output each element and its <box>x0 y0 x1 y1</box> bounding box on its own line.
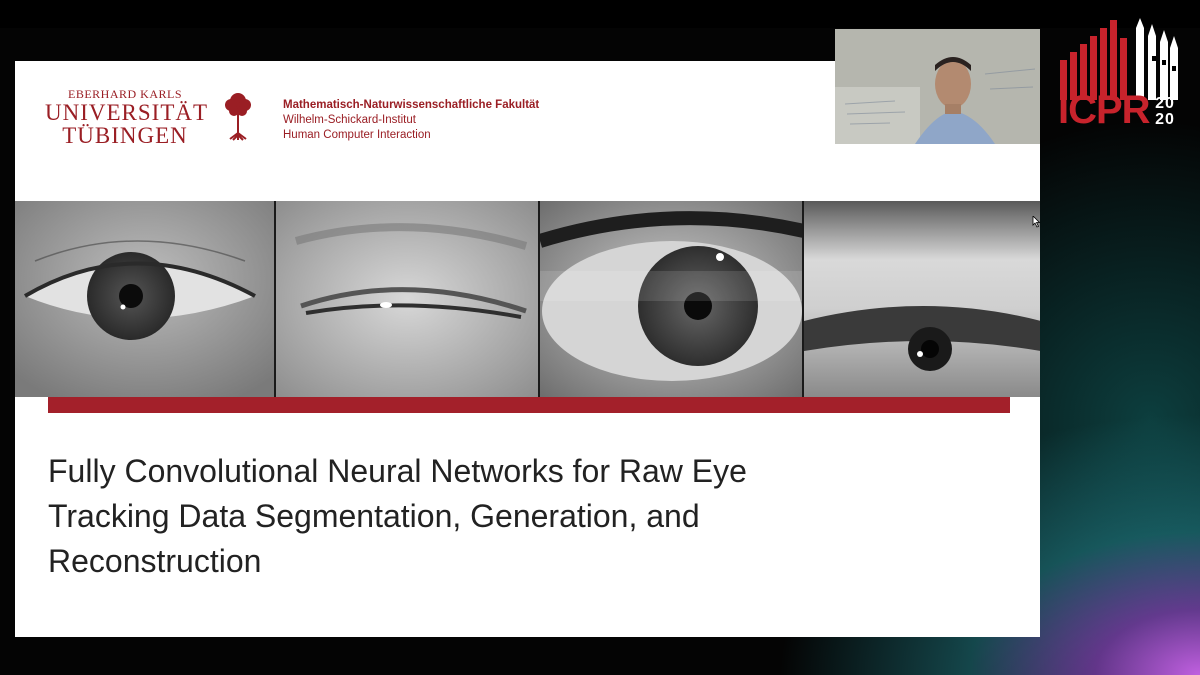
accent-bar <box>48 397 1010 413</box>
conference-year-bottom: 20 <box>1155 111 1175 128</box>
eye-image-3 <box>539 201 805 397</box>
eye-image-strip <box>15 201 1040 397</box>
university-line-2: UNIVERSITÄT <box>45 100 209 125</box>
university-logo: EBERHARD KARLS UNIVERSITÄT TÜBINGEN <box>45 88 209 148</box>
slide-title-line-2: Tracking Data Segmentation, Generation, … <box>48 498 700 534</box>
slide-title: Fully Convolutional Neural Networks for … <box>48 449 1008 584</box>
conference-year-top: 20 <box>1155 95 1175 112</box>
tree-seal-icon <box>225 93 251 141</box>
faculty-line-3: Human Computer Interaction <box>283 129 431 141</box>
eye-image-1 <box>15 201 277 397</box>
slide-title-line-1: Fully Convolutional Neural Networks for … <box>48 453 747 489</box>
eye-image-4 <box>804 201 1040 397</box>
conference-year: 20 20 <box>1150 96 1180 128</box>
presentation-slide: EBERHARD KARLS UNIVERSITÄT TÜBINGEN Math… <box>15 61 1040 637</box>
slide-title-line-3: Reconstruction <box>48 543 262 579</box>
eye-image-2 <box>276 201 540 397</box>
faculty-line-2: Wilhelm-Schickard-Institut <box>283 114 416 126</box>
conference-name: ICPR <box>1058 88 1151 132</box>
university-line-3: TÜBINGEN <box>62 123 188 148</box>
presenter-webcam <box>835 29 1040 144</box>
top-band <box>0 0 1200 28</box>
mouse-cursor-icon <box>1032 216 1041 228</box>
faculty-block: Mathematisch-Naturwissenschaftliche Faku… <box>283 98 539 143</box>
faculty-line-1: Mathematisch-Naturwissenschaftliche Faku… <box>283 99 540 111</box>
